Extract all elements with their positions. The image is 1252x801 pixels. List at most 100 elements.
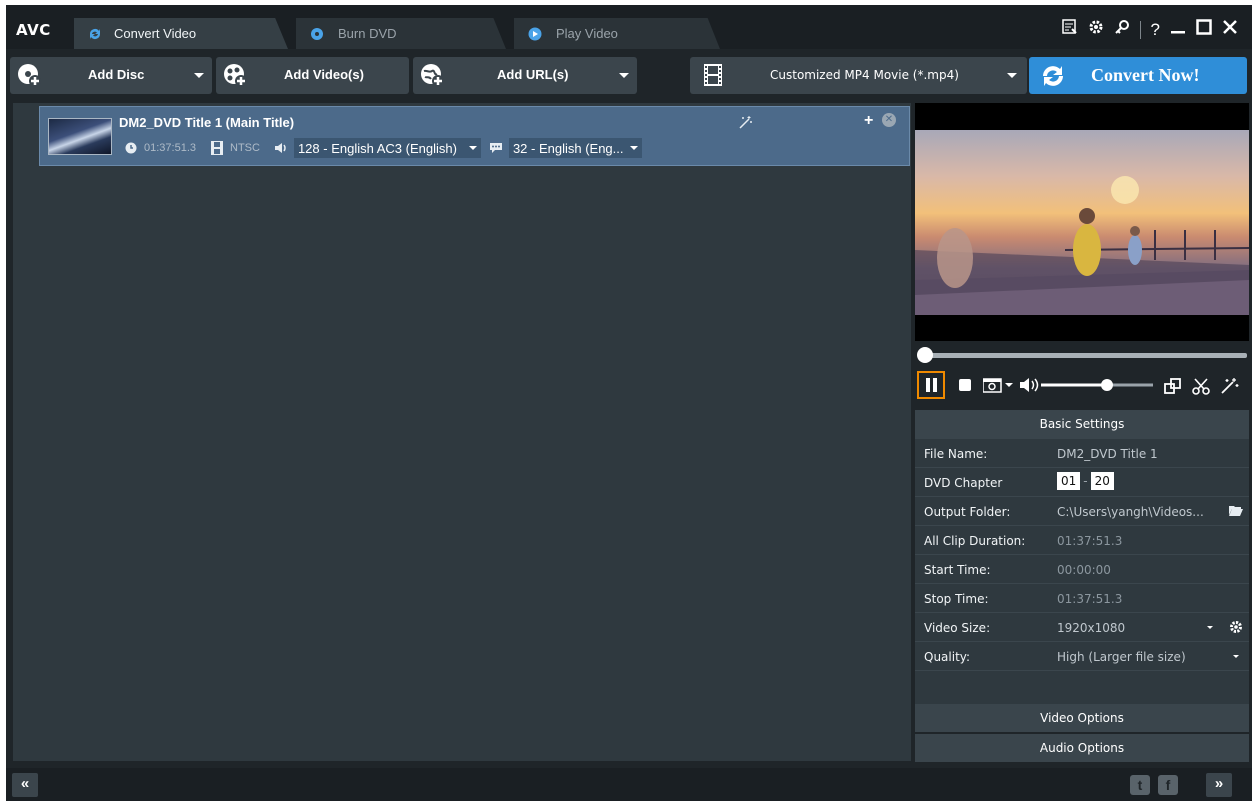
disc-icon <box>310 27 324 41</box>
remove-icon[interactable]: ✕ <box>882 113 896 127</box>
twitter-icon[interactable]: t <box>1130 775 1150 795</box>
add-disc-label: Add Disc <box>88 67 145 82</box>
quality-label: Quality: <box>924 650 971 664</box>
output-folder-field[interactable]: C:\Users\yangh\Videos... <box>1057 505 1204 519</box>
gear-icon[interactable] <box>1229 620 1243 634</box>
speaker-icon <box>274 141 288 155</box>
output-folder-label: Output Folder: <box>924 505 1011 519</box>
app-logo: AVC <box>16 21 51 39</box>
file-name-field[interactable]: DM2_DVD Title 1 <box>1057 447 1158 461</box>
convert-label: Convert Now! <box>1091 65 1200 85</box>
tab-play-video[interactable]: Play Video <box>514 18 720 49</box>
folder-icon[interactable] <box>1229 505 1243 516</box>
close-icon[interactable] <box>1222 19 1238 40</box>
video-size-row: Video Size: 1920x1080 <box>915 613 1249 642</box>
scissors-icon[interactable] <box>1191 376 1211 396</box>
profile-label: Customized MP4 Movie (*.mp4) <box>770 68 959 82</box>
file-standard: NTSC <box>230 142 260 154</box>
add-url-icon <box>419 62 445 88</box>
tab-label: Burn DVD <box>338 26 397 41</box>
window-controls: ? <box>1061 19 1238 40</box>
chapter-end-input[interactable]: 20 <box>1090 472 1114 490</box>
minimize-icon[interactable] <box>1170 19 1186 40</box>
help-icon[interactable]: ? <box>1151 20 1160 40</box>
chevron-down-icon[interactable] <box>619 73 629 78</box>
chapter-start-input[interactable]: 01 <box>1057 472 1081 490</box>
chevron-down-icon <box>629 146 638 150</box>
dvd-chapter-row: DVD Chapter 01 - 20 <box>915 468 1249 497</box>
all-clip-duration-value: 01:37:51.3 <box>1057 534 1123 548</box>
gear-icon[interactable] <box>1088 19 1104 40</box>
subtitle-select[interactable]: 32 - English (Eng... <box>508 138 642 158</box>
stop-button[interactable] <box>959 379 971 391</box>
chevron-down-icon[interactable] <box>1007 73 1017 78</box>
facebook-icon[interactable]: f <box>1158 775 1178 795</box>
expand-button[interactable]: » <box>1206 773 1232 797</box>
add-icon[interactable]: + <box>864 112 873 130</box>
refresh-icon <box>1039 62 1067 90</box>
video-size-label: Video Size: <box>924 621 991 635</box>
add-url-button[interactable]: Add URL(s) <box>413 57 637 94</box>
add-disc-button[interactable]: Add Disc <box>10 57 212 94</box>
output-profile-select[interactable]: Customized MP4 Movie (*.mp4) <box>690 57 1027 94</box>
basic-settings-header[interactable]: Basic Settings <box>915 410 1249 439</box>
chevron-down-icon[interactable] <box>1233 655 1239 658</box>
toolbar: Add Disc Add Video(s) Add URL(s) Customi… <box>6 53 1252 99</box>
chevron-down-icon[interactable] <box>1207 626 1213 629</box>
file-meta: 01:37:51.3 NTSC 128 - English AC3 (Engli… <box>124 138 650 158</box>
volume-slider[interactable] <box>1019 376 1155 394</box>
video-size-select[interactable]: 1920x1080 <box>1057 621 1125 635</box>
stop-time-row: Stop Time: 01:37:51.3 <box>915 584 1249 613</box>
snapshot-icon[interactable] <box>982 377 1015 393</box>
play-icon <box>528 27 542 41</box>
add-video-icon <box>222 62 248 88</box>
clock-icon <box>124 141 138 155</box>
start-time-value: 00:00:00 <box>1057 563 1111 577</box>
audio-track-select[interactable]: 128 - English AC3 (English) <box>293 138 481 158</box>
file-name-row: File Name: DM2_DVD Title 1 <box>915 439 1249 468</box>
audio-track-value: 128 - English AC3 (English) <box>297 140 457 156</box>
output-folder-row: Output Folder: C:\Users\yangh\Videos... <box>915 497 1249 526</box>
maximize-icon[interactable] <box>1196 19 1212 40</box>
seek-bar[interactable] <box>915 343 1249 367</box>
detach-preview-icon[interactable] <box>1163 376 1183 396</box>
subtitle-value: 32 - English (Eng... <box>512 140 624 156</box>
tab-burn-dvd[interactable]: Burn DVD <box>296 18 506 49</box>
file-list[interactable]: DM2_DVD Title 1 (Main Title) 01:37:51.3 … <box>13 103 911 761</box>
magic-wand-icon[interactable] <box>1219 376 1239 396</box>
stop-time-value: 01:37:51.3 <box>1057 592 1123 606</box>
video-frame <box>915 130 1249 315</box>
basic-settings-panel: Basic Settings File Name: DM2_DVD Title … <box>915 410 1249 707</box>
quality-row: Quality: High (Larger file size) <box>915 642 1249 671</box>
app-window: AVC Convert Video Burn DVD Play Video ? … <box>6 5 1252 801</box>
collapse-button[interactable]: « <box>12 773 38 797</box>
film-icon <box>210 141 224 155</box>
tab-convert-video[interactable]: Convert Video <box>74 18 288 49</box>
audio-options-header[interactable]: Audio Options <box>915 734 1249 762</box>
quality-select[interactable]: High (Larger file size) <box>1057 650 1186 664</box>
chevron-down-icon[interactable] <box>194 73 204 78</box>
file-name-label: File Name: <box>924 447 988 461</box>
video-preview[interactable] <box>915 103 1249 341</box>
chevron-down-icon <box>468 146 477 150</box>
magic-wand-icon[interactable] <box>737 115 753 131</box>
subtitle-icon <box>489 141 503 155</box>
status-bar: « t f » <box>6 768 1252 801</box>
all-clip-duration-row: All Clip Duration: 01:37:51.3 <box>915 526 1249 555</box>
register-icon[interactable] <box>1061 19 1078 40</box>
refresh-icon <box>88 27 102 41</box>
video-options-header[interactable]: Video Options <box>915 704 1249 732</box>
video-thumbnail <box>48 118 112 155</box>
seek-track[interactable] <box>921 353 1247 358</box>
seek-handle[interactable] <box>917 347 933 363</box>
pause-button[interactable] <box>917 371 945 399</box>
key-icon[interactable] <box>1114 19 1130 40</box>
convert-now-button[interactable]: Convert Now! <box>1029 57 1247 94</box>
add-disc-icon <box>16 62 42 88</box>
add-video-button[interactable]: Add Video(s) <box>216 57 409 94</box>
list-item[interactable]: DM2_DVD Title 1 (Main Title) 01:37:51.3 … <box>39 106 910 166</box>
tab-label: Play Video <box>556 26 618 41</box>
player-controls <box>915 367 1249 407</box>
dvd-chapter-label: DVD Chapter <box>924 476 1003 490</box>
start-time-row: Start Time: 00:00:00 <box>915 555 1249 584</box>
